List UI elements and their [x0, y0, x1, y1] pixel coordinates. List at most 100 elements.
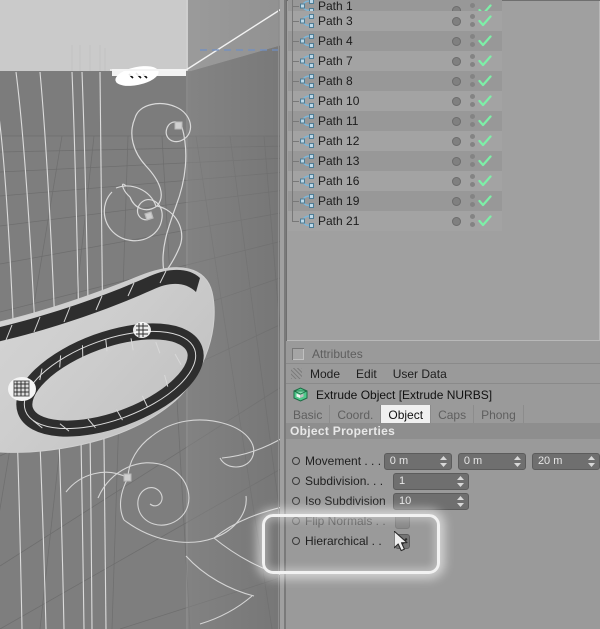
spline-path-icon[interactable]: [300, 134, 315, 148]
animate-track-dot-icon[interactable]: [292, 517, 300, 525]
spline-path-icon[interactable]: [300, 14, 315, 28]
property-checkbox[interactable]: [395, 513, 410, 529]
object-row-tags[interactable]: [444, 91, 502, 111]
attribute-tabs[interactable]: Basic Coord. Object Caps Phong: [286, 405, 600, 423]
visibility-dot-icon[interactable]: [452, 97, 461, 106]
render-visibility-dot-icon[interactable]: [470, 62, 475, 67]
spinner-arrows-icon[interactable]: [439, 455, 447, 467]
menu-edit[interactable]: Edit: [356, 367, 377, 381]
object-row[interactable]: Path 7: [288, 51, 444, 71]
object-row-tags[interactable]: [444, 11, 502, 31]
render-visibility-dot-icon[interactable]: [470, 122, 475, 127]
object-row[interactable]: Path 13: [288, 151, 444, 171]
enabled-check-icon[interactable]: [478, 14, 492, 28]
enabled-check-icon[interactable]: [478, 214, 492, 228]
enabled-check-icon[interactable]: [478, 94, 492, 108]
object-row[interactable]: Path 3: [288, 11, 444, 31]
enabled-check-icon[interactable]: [478, 154, 492, 168]
object-row-tags[interactable]: [444, 171, 502, 191]
spline-path-icon[interactable]: [300, 94, 315, 108]
spline-path-icon[interactable]: [300, 174, 315, 188]
tab-object[interactable]: Object: [381, 405, 432, 423]
spinner-arrows-icon[interactable]: [588, 455, 596, 467]
enabled-check-icon[interactable]: [478, 3, 492, 11]
panel-collapse-box[interactable]: [292, 347, 304, 360]
spinner-arrows-icon[interactable]: [513, 455, 521, 467]
numeric-field[interactable]: 1: [393, 472, 469, 490]
enabled-check-icon[interactable]: [478, 194, 492, 208]
editor-visibility-dot-icon[interactable]: [470, 154, 475, 159]
object-row-tags[interactable]: [444, 131, 502, 151]
spinner-arrows-icon[interactable]: [457, 495, 464, 507]
visibility-dot-icon[interactable]: [452, 117, 461, 126]
object-row[interactable]: Path 16: [288, 171, 444, 191]
editor-visibility-dot-icon[interactable]: [470, 14, 475, 19]
numeric-field[interactable]: 10: [393, 492, 469, 510]
attributes-menu-bar[interactable]: Mode Edit User Data: [286, 363, 600, 384]
spline-path-icon[interactable]: [300, 154, 315, 168]
object-row-tags[interactable]: [444, 71, 502, 91]
render-visibility-dot-icon[interactable]: [470, 182, 475, 187]
render-visibility-dot-icon[interactable]: [470, 102, 475, 107]
object-row[interactable]: Path 11: [288, 111, 444, 131]
visibility-dot-icon[interactable]: [452, 37, 461, 46]
spline-path-icon[interactable]: [300, 214, 315, 228]
enabled-check-icon[interactable]: [478, 114, 492, 128]
tab-basic[interactable]: Basic: [286, 405, 331, 423]
object-row-tags[interactable]: [444, 191, 502, 211]
animate-track-dot-icon[interactable]: [292, 457, 300, 465]
render-visibility-dot-icon[interactable]: [470, 82, 475, 87]
object-row[interactable]: Path 19: [288, 191, 444, 211]
enabled-check-icon[interactable]: [478, 74, 492, 88]
animate-track-dot-icon[interactable]: [292, 477, 300, 485]
spline-path-icon[interactable]: [300, 194, 315, 208]
object-row-tags[interactable]: [444, 211, 502, 231]
spline-path-icon[interactable]: [300, 74, 315, 88]
spline-path-icon[interactable]: [300, 114, 315, 128]
enabled-check-icon[interactable]: [478, 174, 492, 188]
visibility-dot-icon[interactable]: [452, 77, 461, 86]
enabled-check-icon[interactable]: [478, 134, 492, 148]
editor-visibility-dot-icon[interactable]: [470, 114, 475, 119]
editor-visibility-dot-icon[interactable]: [470, 214, 475, 219]
editor-visibility-dot-icon[interactable]: [470, 174, 475, 179]
numeric-field[interactable]: 20 m: [531, 452, 600, 470]
render-visibility-dot-icon[interactable]: [470, 222, 475, 227]
tab-coord[interactable]: Coord.: [330, 405, 382, 423]
object-row-tags[interactable]: [444, 111, 502, 131]
visibility-dot-icon[interactable]: [452, 197, 461, 206]
tab-caps[interactable]: Caps: [431, 405, 475, 423]
object-manager-panel[interactable]: Path 1 Path 3 Path 4 Path 7 Path 8 Path 10 Pat…: [286, 0, 600, 341]
object-row[interactable]: Path 8: [288, 71, 444, 91]
render-visibility-dot-icon[interactable]: [470, 162, 475, 167]
spline-path-icon[interactable]: [300, 54, 315, 68]
tab-phong[interactable]: Phong: [474, 405, 524, 423]
enabled-check-icon[interactable]: [478, 54, 492, 68]
render-visibility-dot-icon[interactable]: [470, 42, 475, 47]
editor-visibility-dot-icon[interactable]: [470, 74, 475, 79]
render-visibility-dot-icon[interactable]: [470, 202, 475, 207]
menu-user-data[interactable]: User Data: [393, 367, 447, 381]
drag-gripper-icon[interactable]: [291, 368, 302, 379]
animate-track-dot-icon[interactable]: [292, 497, 300, 505]
object-tag-column[interactable]: [444, 0, 502, 231]
object-row[interactable]: Path 12: [288, 131, 444, 151]
visibility-dot-icon[interactable]: [452, 57, 461, 66]
visibility-dot-icon[interactable]: [452, 217, 461, 226]
render-visibility-dot-icon[interactable]: [470, 22, 475, 27]
object-tree-list[interactable]: Path 1 Path 3 Path 4 Path 7 Path 8 Path 10 Pat…: [288, 0, 444, 231]
visibility-dot-icon[interactable]: [452, 157, 461, 166]
object-row[interactable]: Path 1: [288, 0, 444, 11]
animate-track-dot-icon[interactable]: [292, 537, 300, 545]
spline-path-icon[interactable]: [300, 0, 315, 11]
editor-visibility-dot-icon[interactable]: [470, 194, 475, 199]
menu-mode[interactable]: Mode: [310, 367, 340, 381]
object-row-tags[interactable]: [444, 31, 502, 51]
editor-visibility-dot-icon[interactable]: [470, 94, 475, 99]
visibility-dot-icon[interactable]: [452, 137, 461, 146]
enabled-check-icon[interactable]: [478, 34, 492, 48]
visibility-dot-icon[interactable]: [452, 17, 461, 26]
numeric-field[interactable]: 0 m: [383, 452, 452, 470]
visibility-dot-icon[interactable]: [452, 177, 461, 186]
spline-path-icon[interactable]: [300, 34, 315, 48]
